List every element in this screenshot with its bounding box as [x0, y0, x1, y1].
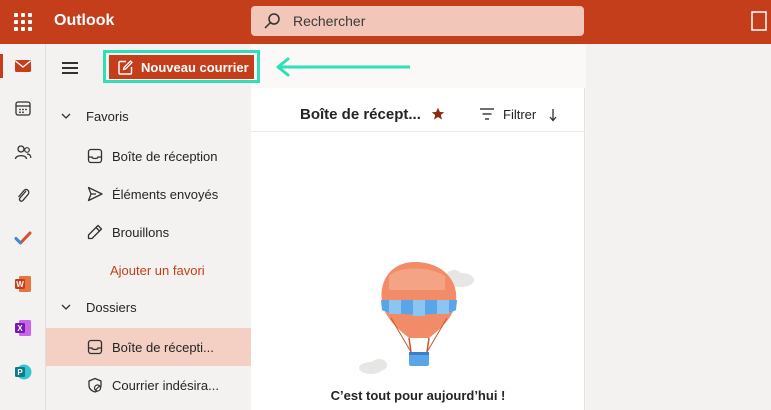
- search-input[interactable]: Rechercher: [293, 13, 365, 29]
- rail-onenote[interactable]: X: [0, 308, 46, 348]
- rail-word[interactable]: W: [0, 264, 46, 304]
- attachment-icon: [18, 188, 30, 202]
- word-icon: W: [15, 276, 31, 292]
- search-icon: [264, 13, 280, 29]
- hot-air-balloon-illustration: [359, 262, 474, 374]
- filter-icon[interactable]: [479, 107, 495, 121]
- todo-icon: [14, 231, 32, 245]
- app-launcher-icon[interactable]: [14, 13, 32, 31]
- chevron-down-icon: [46, 112, 86, 120]
- favorite-drafts-label: Brouillons: [112, 224, 170, 240]
- onenote-icon: X: [15, 320, 31, 336]
- folder-inbox[interactable]: Boîte de récepti...: [46, 328, 251, 366]
- message-list-header: Boîte de récept... Filtrer: [251, 88, 585, 132]
- send-icon: [80, 186, 110, 202]
- new-mail-button[interactable]: Nouveau courrier: [109, 55, 254, 79]
- junk-icon: [80, 377, 110, 393]
- add-favorite-link[interactable]: Ajouter un favori: [46, 251, 251, 289]
- star-icon[interactable]: [431, 107, 445, 121]
- favorites-header[interactable]: Favoris: [46, 97, 251, 135]
- favorite-inbox-label: Boîte de réception: [112, 148, 218, 164]
- folder-inbox-label: Boîte de récepti...: [112, 339, 214, 355]
- folder-junk[interactable]: Courrier indésira...: [46, 366, 251, 404]
- folders-label: Dossiers: [86, 299, 137, 315]
- message-list-title[interactable]: Boîte de récept...: [300, 106, 421, 123]
- annotation-arrow-icon: [276, 57, 410, 77]
- favorite-inbox[interactable]: Boîte de réception: [46, 137, 251, 175]
- svg-text:P: P: [17, 368, 23, 377]
- compose-icon: [118, 59, 133, 75]
- favorites-label: Favoris: [86, 108, 129, 124]
- message-list: Boîte de récept... Filtrer C’est tout po…: [251, 88, 585, 410]
- favorite-sent[interactable]: Éléments envoyés: [46, 175, 251, 213]
- top-bar: Outlook Rechercher: [0, 0, 771, 44]
- favorite-sent-label: Éléments envoyés: [112, 186, 219, 202]
- pencil-icon: [80, 224, 110, 240]
- filter-button[interactable]: Filtrer: [503, 107, 536, 122]
- active-indicator: [0, 54, 3, 78]
- rail-files[interactable]: [0, 176, 46, 216]
- inbox-icon: [80, 148, 110, 164]
- svg-text:W: W: [16, 280, 24, 289]
- app-title[interactable]: Outlook: [54, 12, 114, 30]
- window-icon[interactable]: [750, 10, 768, 32]
- powerpoint-icon: P: [15, 364, 32, 380]
- rail-people[interactable]: [0, 132, 46, 172]
- rail-todo[interactable]: [0, 218, 46, 258]
- reading-pane: [586, 44, 771, 410]
- calendar-icon: [15, 101, 31, 116]
- empty-state-text: C’est tout pour aujourd’hui !: [330, 388, 506, 403]
- mail-icon: [15, 60, 31, 72]
- inbox-icon: [80, 339, 110, 355]
- folder-junk-label: Courrier indésira...: [112, 377, 219, 393]
- folders-header[interactable]: Dossiers: [46, 288, 251, 326]
- svg-text:X: X: [17, 324, 23, 333]
- add-favorite-label: Ajouter un favori: [110, 262, 205, 278]
- search-box[interactable]: Rechercher: [251, 6, 584, 36]
- app-rail: W X P: [0, 44, 46, 410]
- rail-planner[interactable]: P: [0, 352, 46, 392]
- chevron-down-icon: [46, 303, 86, 311]
- favorite-drafts[interactable]: Brouillons: [46, 213, 251, 251]
- new-mail-label: Nouveau courrier: [141, 59, 249, 75]
- hamburger-icon[interactable]: [62, 62, 78, 74]
- sort-arrow-icon[interactable]: [548, 108, 558, 122]
- rail-calendar[interactable]: [0, 88, 46, 128]
- people-icon: [14, 145, 32, 160]
- rail-mail[interactable]: [0, 46, 46, 86]
